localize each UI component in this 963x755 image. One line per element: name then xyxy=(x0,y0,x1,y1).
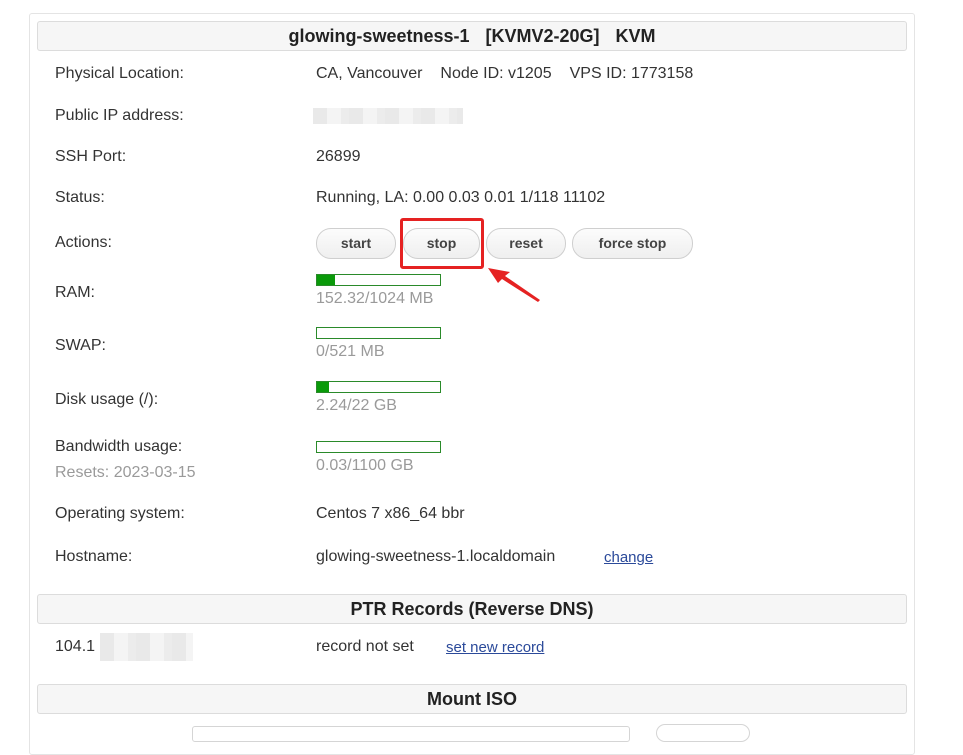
mount-iso-button[interactable] xyxy=(656,724,750,742)
disk-usage-text: 2.24/22 GB xyxy=(316,397,397,414)
ram-progress-fill xyxy=(317,275,336,285)
swap-usage-text: 0/521 MB xyxy=(316,343,385,360)
ptr-ip-redacted xyxy=(100,633,193,661)
ptr-ip-prefix: 104.1 xyxy=(55,638,96,655)
mount-iso-header: Mount ISO xyxy=(37,684,907,714)
bandwidth-label: Bandwidth usage: xyxy=(55,438,183,455)
hostname-value: glowing-sweetness-1.localdomain xyxy=(316,548,556,565)
ptr-records-header: PTR Records (Reverse DNS) xyxy=(37,594,907,624)
change-hostname-link[interactable]: change xyxy=(604,549,653,566)
status-label: Status: xyxy=(55,189,105,206)
public-ip-redacted xyxy=(313,108,463,124)
physical-location-value: CA, Vancouver Node ID: v1205 VPS ID: 17731… xyxy=(316,65,693,83)
vps-virt-title: KVM xyxy=(615,26,656,46)
vps-hostname-title: glowing-sweetness-1 xyxy=(288,26,470,46)
bandwidth-progress-bar xyxy=(316,441,441,453)
node-id-text: Node ID: v1205 xyxy=(440,65,552,82)
actions-label: Actions: xyxy=(55,234,112,251)
os-value: Centos 7 x86_64 bbr xyxy=(316,505,465,522)
bandwidth-usage-text: 0.03/1100 GB xyxy=(316,457,414,474)
disk-progress-fill xyxy=(317,382,330,392)
bandwidth-resets-text: Resets: 2023-03-15 xyxy=(55,464,196,481)
ram-progress-bar xyxy=(316,274,441,286)
disk-usage-label: Disk usage (/): xyxy=(55,391,159,408)
force-stop-button[interactable]: force stop xyxy=(572,228,693,259)
physical-location-label: Physical Location: xyxy=(55,65,184,82)
public-ip-label: Public IP address: xyxy=(55,107,184,124)
vps-title-header: glowing-sweetness-1 [KVMV2-20G] KVM xyxy=(37,21,907,51)
reset-button[interactable]: reset xyxy=(486,228,566,259)
ram-label: RAM: xyxy=(55,284,95,301)
swap-label: SWAP: xyxy=(55,337,106,354)
os-label: Operating system: xyxy=(55,505,185,522)
vps-id-text: VPS ID: 1773158 xyxy=(569,65,694,82)
ptr-record-status: record not set xyxy=(316,638,414,655)
start-button[interactable]: start xyxy=(316,228,396,259)
ssh-port-value: 26899 xyxy=(316,148,361,165)
red-arrow-icon xyxy=(488,268,540,302)
set-new-record-link[interactable]: set new record xyxy=(446,639,544,656)
vps-plan-title: [KVMV2-20G] xyxy=(485,26,600,46)
swap-progress-bar xyxy=(316,327,441,339)
disk-progress-bar xyxy=(316,381,441,393)
iso-select[interactable] xyxy=(192,726,630,742)
stop-highlight-box xyxy=(400,218,484,269)
hostname-label: Hostname: xyxy=(55,548,133,565)
ram-usage-text: 152.32/1024 MB xyxy=(316,290,434,307)
location-text: CA, Vancouver xyxy=(316,65,423,82)
ssh-port-label: SSH Port: xyxy=(55,148,127,165)
status-value: Running, LA: 0.00 0.03 0.01 1/118 11102 xyxy=(316,189,606,206)
